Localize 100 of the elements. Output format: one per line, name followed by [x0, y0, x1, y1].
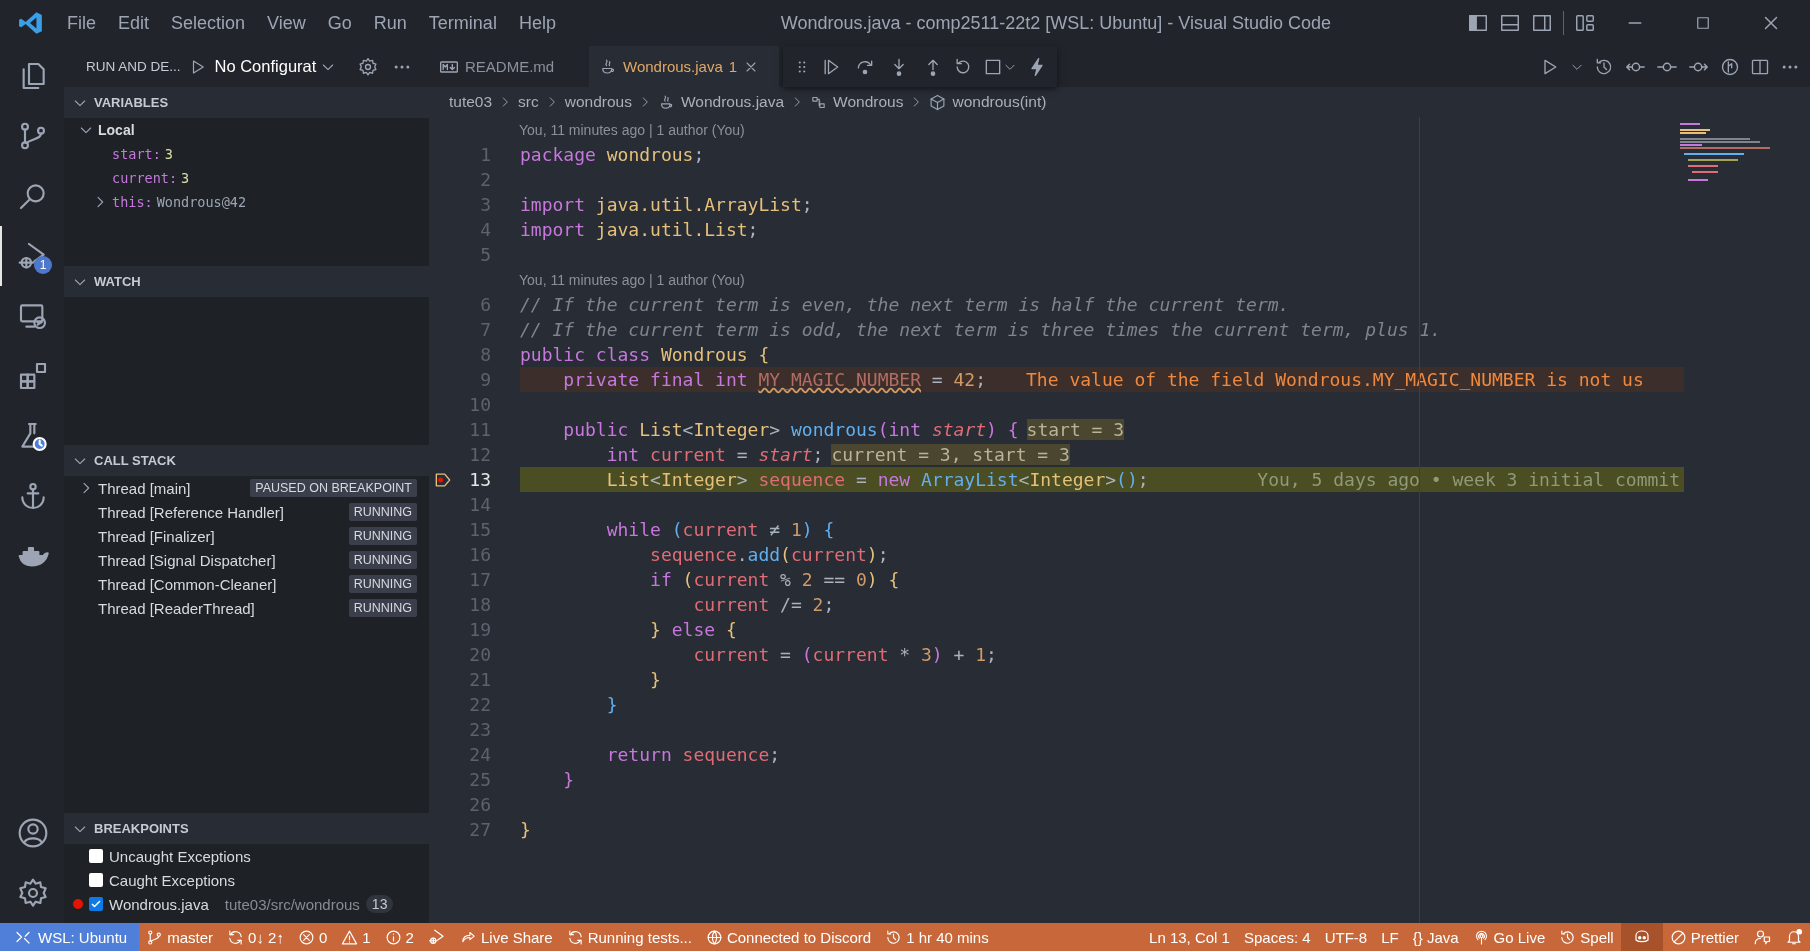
thread-name[interactable]: Thread [Finalizer] — [98, 527, 349, 545]
status-item[interactable]: Connected to Discord — [698, 923, 879, 951]
checkbox[interactable] — [89, 873, 103, 887]
breadcrumb[interactable]: src — [518, 93, 539, 111]
thread-name[interactable]: Thread [Signal Dispatcher] — [98, 551, 349, 569]
breadcrumb[interactable]: wondrous(int) — [952, 93, 1047, 111]
status-item[interactable]: Spell — [1552, 923, 1621, 951]
blame-annotation[interactable]: You, 11 minutes ago | 1 author (You) — [519, 121, 745, 138]
menu-item[interactable]: Selection — [162, 8, 255, 38]
status-item[interactable]: 0 — [290, 923, 335, 951]
warning-icon — [341, 928, 359, 946]
section-header[interactable]: WATCH — [64, 266, 429, 297]
menu-item[interactable]: Run — [364, 8, 416, 38]
status-item[interactable]: master — [139, 923, 221, 951]
remote-indicator[interactable]: WSL: Ubuntu — [0, 923, 140, 951]
checkbox[interactable] — [89, 849, 103, 863]
warning-message: The value of the field Wondrous.MY_MAGIC_NUMBER is not us — [1026, 369, 1644, 390]
window-title: Wondrous.java - comp2511-22t2 [WSL: Ubuntu] - Visual Studio Code — [779, 12, 1333, 34]
line-number: 13 — [468, 469, 491, 490]
menu-item[interactable]: View — [258, 8, 315, 38]
line-number: 11 — [468, 419, 491, 440]
breadcrumb[interactable]: wondrous — [564, 93, 632, 111]
line-number: 21 — [468, 669, 491, 690]
panel-toggle-icon[interactable] — [1499, 12, 1521, 34]
thread-name[interactable]: Thread [ReaderThread] — [98, 599, 349, 617]
variable-name: current: — [112, 170, 178, 186]
status-item[interactable]: UTF-8 — [1317, 923, 1375, 951]
section-header[interactable]: BREAKPOINTS — [64, 813, 429, 844]
code-line: if (current % 2 == 0) { — [649, 569, 900, 590]
branch-icon — [146, 928, 164, 946]
status-item[interactable]: 2 — [377, 923, 421, 951]
status-item[interactable]: Live Share — [452, 923, 560, 951]
editor-tab[interactable]: Wondrous.java 1 — [589, 46, 779, 87]
line-number: 16 — [468, 544, 491, 565]
maximize-icon[interactable] — [1694, 14, 1712, 32]
method-icon — [929, 93, 947, 111]
status-item[interactable]: 0↓ 2↑ — [220, 923, 291, 951]
scope-label[interactable]: Local — [98, 122, 135, 138]
line-number: 6 — [479, 294, 491, 315]
thread-name[interactable]: Thread [main] — [98, 479, 251, 497]
status-item[interactable]: Go Live — [1465, 923, 1553, 951]
configuration-dropdown[interactable]: No Configurat — [214, 57, 337, 76]
debug-icon[interactable] — [427, 928, 446, 946]
section-header[interactable]: VARIABLES — [64, 87, 429, 118]
minimap-drawing[interactable] — [1680, 123, 1770, 183]
status-item[interactable]: Spaces: 4 — [1236, 923, 1318, 951]
thread-status: RUNNING — [348, 575, 417, 593]
layout-icon[interactable] — [1574, 12, 1596, 34]
code-line: List<Integer> sequence = new ArrayList<Integer>(); — [605, 469, 1149, 490]
breakpoint-label: Wondrous.java — [109, 895, 209, 913]
blame-annotation[interactable]: You, 11 minutes ago | 1 author (You) — [519, 271, 745, 288]
bell-icon[interactable] — [1785, 928, 1803, 946]
history-icon[interactable] — [1594, 56, 1614, 77]
menu-item[interactable]: File — [58, 8, 105, 38]
code-line: public List<Integer> wondrous(int start) { — [562, 419, 1019, 440]
variable-name: this: — [112, 194, 153, 210]
thread-status: RUNNING — [348, 527, 417, 545]
checkbox[interactable] — [89, 897, 103, 911]
history-icon — [1559, 928, 1577, 946]
thread-name[interactable]: Thread [Common-Cleaner] — [98, 575, 349, 593]
breadcrumb[interactable]: Wondrous.java — [681, 93, 785, 111]
globe-icon — [705, 928, 723, 946]
app-logo-icon — [18, 10, 44, 36]
status-item[interactable]: Ln 13, Col 1 — [1142, 923, 1237, 951]
line-number: 25 — [468, 769, 491, 790]
line-badge: 13 — [365, 895, 394, 913]
secondary-sidebar-icon[interactable] — [1531, 12, 1553, 34]
line-number: 26 — [468, 794, 491, 815]
line-number: 10 — [468, 394, 491, 415]
status-item[interactable]: Running tests... — [559, 923, 699, 951]
code-line: int current = start; — [605, 444, 824, 465]
status-item[interactable]: 1 — [334, 923, 378, 951]
line-number: 8 — [479, 344, 491, 365]
line-number: 5 — [479, 244, 491, 265]
thread-name[interactable]: Thread [Reference Handler] — [98, 503, 349, 521]
breakpoint-dot[interactable] — [73, 899, 83, 909]
menu-item[interactable]: Edit — [109, 8, 159, 38]
code-line: // If the current term is even, the next term is half the current term. — [520, 294, 1290, 315]
status-item[interactable]: Prettier — [1662, 923, 1746, 951]
status-item[interactable]: LF — [1374, 923, 1406, 951]
sidebar-toggle-icon[interactable] — [1467, 12, 1489, 34]
line-number: 27 — [468, 819, 491, 840]
line-number: 4 — [479, 219, 491, 240]
code-line: import java.util.ArrayList; — [520, 194, 813, 215]
menu-item[interactable]: Terminal — [419, 8, 506, 38]
graph-icon[interactable] — [1720, 56, 1740, 77]
menu-item[interactable]: Help — [509, 8, 565, 38]
code-line: package wondrous; — [520, 144, 705, 165]
line-number: 12 — [468, 444, 491, 465]
code-line: while (current ≠ 1) { — [605, 519, 835, 540]
inline-value: current = 3, start = 3 — [831, 444, 1070, 465]
breadcrumb[interactable]: tute03 — [449, 93, 493, 111]
status-item[interactable]: {} Java — [1405, 923, 1466, 951]
status-item[interactable]: 1 hr 40 mins — [878, 923, 996, 951]
settings-icon[interactable] — [358, 56, 379, 77]
feedback-icon[interactable] — [1753, 928, 1771, 946]
breadcrumb[interactable]: Wondrous — [833, 93, 904, 111]
section-header[interactable]: CALL STACK — [64, 445, 429, 476]
menu-item[interactable]: Go — [318, 8, 361, 38]
code-line: import java.util.List; — [520, 219, 759, 240]
